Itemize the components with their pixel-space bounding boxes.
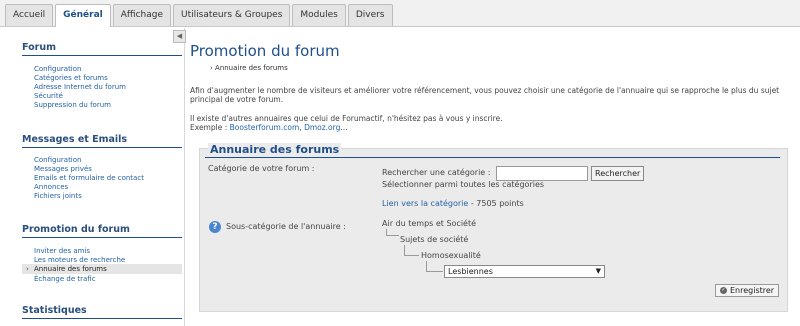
current-arrow-icon: › xyxy=(26,265,29,273)
sidebar-item-categories-forums[interactable]: Catégories et forums xyxy=(34,74,108,82)
divider xyxy=(22,237,182,238)
help-icon[interactable]: ? xyxy=(209,221,221,233)
sidebar: ◀ Forum Configuration Catégories et foru… xyxy=(10,28,186,326)
sidebar-item-adresse-internet[interactable]: Adresse Internet du forum xyxy=(34,83,126,91)
tree-level-1: Air du temps et Société xyxy=(382,219,477,228)
intro-text: Afin d'augmenter le nombre de visiteurs … xyxy=(190,86,780,104)
search-button[interactable]: Rechercher xyxy=(591,166,645,181)
divider xyxy=(22,318,182,319)
sidebar-item-messages-prives[interactable]: Messages privés xyxy=(34,165,92,173)
tree-connector xyxy=(426,261,443,272)
other-directories-text: Il existe d'autres annuaires que celui d… xyxy=(190,114,503,123)
breadcrumb: › Annuaire des forums xyxy=(210,64,288,72)
example-prefix: Exemple : xyxy=(190,123,230,132)
sidebar-section-forum: Forum xyxy=(22,42,56,53)
tab-accueil[interactable]: Accueil xyxy=(5,4,54,26)
tree-connector xyxy=(404,245,419,256)
points-text: - 7505 points xyxy=(468,199,524,208)
sidebar-section-promotion: Promotion du forum xyxy=(22,224,130,235)
tabs: Accueil Général Affichage Utilisateurs &… xyxy=(5,4,395,27)
search-label: Rechercher une catégorie : xyxy=(382,168,491,177)
sidebar-item-messages-configuration[interactable]: Configuration xyxy=(34,156,81,164)
sidebar-item-moteurs-recherche[interactable]: Les moteurs de recherche xyxy=(34,256,125,264)
page-title: Promotion du forum xyxy=(190,42,340,60)
category-link[interactable]: Lien vers la catégorie xyxy=(382,199,468,208)
dmoz-link[interactable]: Dmoz.org xyxy=(304,123,340,132)
panel-title: Annuaire des forums xyxy=(208,143,342,156)
sidebar-item-annonces[interactable]: Annonces xyxy=(34,183,68,191)
search-input[interactable] xyxy=(496,166,588,181)
subcategory-label: Sous-catégorie de l'annuaire : xyxy=(226,222,346,231)
save-label: Enregistrer xyxy=(730,286,775,295)
chevron-down-icon: ▼ xyxy=(595,267,601,275)
sidebar-item-inviter-amis[interactable]: Inviter des amis xyxy=(34,247,90,255)
subcategory-select[interactable]: Lesbiennes ▼ xyxy=(444,265,605,278)
select-all-categories-link[interactable]: Sélectionner parmi toutes les catégories xyxy=(382,180,544,189)
tree-level-2: Sujets de société xyxy=(400,235,469,244)
category-label: Catégorie de votre forum : xyxy=(208,164,315,173)
sidebar-item-annuaire[interactable]: Annuaire des forums xyxy=(34,265,107,273)
sidebar-section-statistiques: Statistiques xyxy=(22,305,87,316)
boosterforum-link[interactable]: Boosterforum.com xyxy=(230,123,300,132)
sidebar-item-suppression[interactable]: Suppression du forum xyxy=(34,101,111,109)
divider xyxy=(22,55,182,56)
tab-modules[interactable]: Modules xyxy=(292,4,346,26)
sidebar-item-securite[interactable]: Sécurité xyxy=(34,92,63,100)
save-icon: ✓ xyxy=(720,287,727,294)
tab-divers[interactable]: Divers xyxy=(347,4,393,26)
sidebar-item-echange-trafic[interactable]: Échange de trafic xyxy=(34,275,96,283)
tab-general[interactable]: Général xyxy=(55,4,111,27)
divider xyxy=(205,157,780,158)
save-button[interactable]: ✓ Enregistrer xyxy=(715,284,780,297)
sidebar-item-fichiers-joints[interactable]: Fichiers joints xyxy=(34,192,82,200)
tab-utilisateurs-groupes[interactable]: Utilisateurs & Groupes xyxy=(173,4,291,26)
collapse-icon[interactable]: ◀ xyxy=(173,30,186,43)
sidebar-section-messages: Messages et Emails xyxy=(22,134,128,145)
tab-bar: Accueil Général Affichage Utilisateurs &… xyxy=(0,0,800,27)
category-link-line: Lien vers la catégorie - 7505 points xyxy=(382,199,524,208)
select-value: Lesbiennes xyxy=(448,267,493,276)
example-line: Exemple : Boosterforum.com, Dmoz.org... xyxy=(190,123,348,132)
tree-connector xyxy=(386,229,399,236)
example-suffix: ... xyxy=(340,123,348,132)
divider xyxy=(22,147,182,148)
directory-panel: Annuaire des forums Catégorie de votre f… xyxy=(199,143,788,312)
tree-level-3: Homosexualité xyxy=(421,251,481,260)
sidebar-item-emails-contact[interactable]: Emails et formulaire de contact xyxy=(34,174,144,182)
sidebar-item-forum-configuration[interactable]: Configuration xyxy=(34,65,81,73)
tab-affichage[interactable]: Affichage xyxy=(112,4,172,26)
